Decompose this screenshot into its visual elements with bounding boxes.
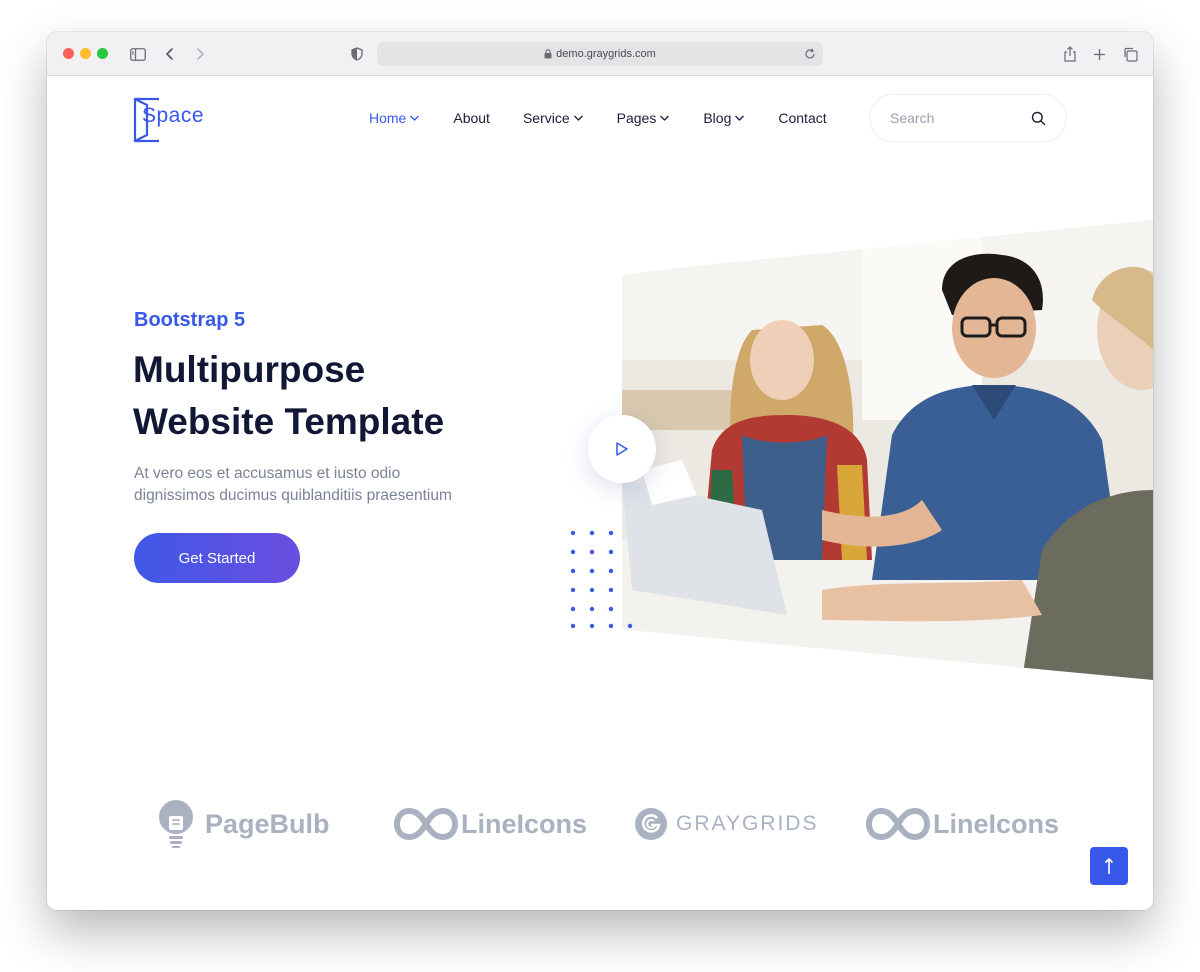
arrow-up-icon: [1104, 857, 1114, 874]
tab-overview-icon[interactable]: [1119, 43, 1141, 65]
nav-item-home[interactable]: Home: [369, 110, 420, 126]
nav-item-service[interactable]: Service: [523, 110, 584, 126]
hero-title: Multipurpose Website Template: [133, 344, 553, 448]
nav-item-blog[interactable]: Blog: [703, 110, 745, 126]
brand-name: LineIcons: [461, 808, 588, 839]
brand-logo-graygrids[interactable]: GRAYGRIDS: [635, 796, 818, 852]
nav-item-contact[interactable]: Contact: [778, 110, 826, 126]
hero-title-line: Website Template: [133, 401, 445, 442]
nav-item-label: About: [453, 110, 490, 126]
minimize-window-button[interactable]: [80, 48, 91, 59]
hero-eyebrow: Bootstrap 5: [134, 309, 246, 331]
back-arrow-icon[interactable]: [159, 43, 181, 65]
brand-logo-lineicons[interactable]: LineIcons: [865, 796, 1059, 852]
brand-name: LineIcons: [933, 808, 1060, 839]
hero-description-line: At vero eos et accusamus et iusto odio: [134, 465, 401, 482]
maximize-window-button[interactable]: [97, 48, 108, 59]
play-video-button[interactable]: [588, 415, 656, 483]
share-icon[interactable]: [1059, 43, 1081, 65]
chevron-down-icon: [410, 115, 420, 121]
chevron-down-icon: [573, 115, 583, 121]
nav-item-pages[interactable]: Pages: [617, 110, 671, 126]
sidebar-toggle-icon[interactable]: [127, 43, 149, 65]
browser-window: demo.graygrids.com Space Home About Serv…: [47, 32, 1153, 910]
main-nav: Home About Service Pages Blog Contact: [369, 110, 860, 126]
nav-item-label: Blog: [703, 110, 732, 126]
decorative-dots: [570, 530, 633, 629]
chevron-down-icon: [660, 115, 670, 121]
scroll-to-top-button[interactable]: [1090, 847, 1128, 885]
logo-text[interactable]: Space: [142, 104, 204, 128]
chevron-down-icon: [735, 115, 745, 121]
brand-logo-pagebulb[interactable]: PageBulb: [157, 796, 330, 852]
search-box: [869, 94, 1067, 142]
brand-name: PageBulb: [205, 808, 330, 839]
search-icon[interactable]: [1031, 111, 1046, 126]
infinity-icon: [393, 807, 459, 841]
hero-description-line: dignissimos ducimus quiblanditiis praese…: [134, 487, 452, 504]
url-text: demo.graygrids.com: [556, 48, 656, 60]
hero-photo: [622, 220, 1153, 680]
nav-item-label: Contact: [778, 110, 827, 126]
brand-logo-lineicons[interactable]: LineIcons: [393, 796, 587, 852]
address-bar[interactable]: demo.graygrids.com: [377, 42, 823, 66]
get-started-button[interactable]: Get Started: [134, 533, 300, 583]
hero-description: At vero eos et accusamus et iusto odio d…: [134, 463, 514, 507]
forward-arrow-icon[interactable]: [189, 43, 211, 65]
nav-item-about[interactable]: About: [453, 110, 490, 126]
nav-item-label: Home: [369, 110, 407, 126]
nav-item-label: Service: [522, 110, 570, 126]
bulb-icon: [159, 800, 193, 848]
play-icon: [616, 442, 628, 456]
brand-name: GRAYGRIDS: [676, 812, 819, 835]
web-page: Space Home About Service Pages Blog Cont…: [47, 76, 1153, 910]
infinity-icon: [865, 807, 931, 841]
close-window-button[interactable]: [63, 48, 74, 59]
new-tab-icon[interactable]: [1088, 43, 1110, 65]
brand-logos: PageBulb LineIcons GRAYGRIDS LineIcons: [157, 796, 1077, 852]
lock-icon: [544, 49, 552, 59]
search-input[interactable]: [890, 110, 1020, 126]
hero-title-line: Multipurpose: [133, 349, 366, 390]
browser-toolbar: demo.graygrids.com: [47, 32, 1153, 76]
reload-icon[interactable]: [803, 47, 817, 61]
shield-icon[interactable]: [346, 43, 368, 65]
nav-item-label: Pages: [616, 110, 657, 126]
graygrids-icon: [635, 808, 667, 840]
